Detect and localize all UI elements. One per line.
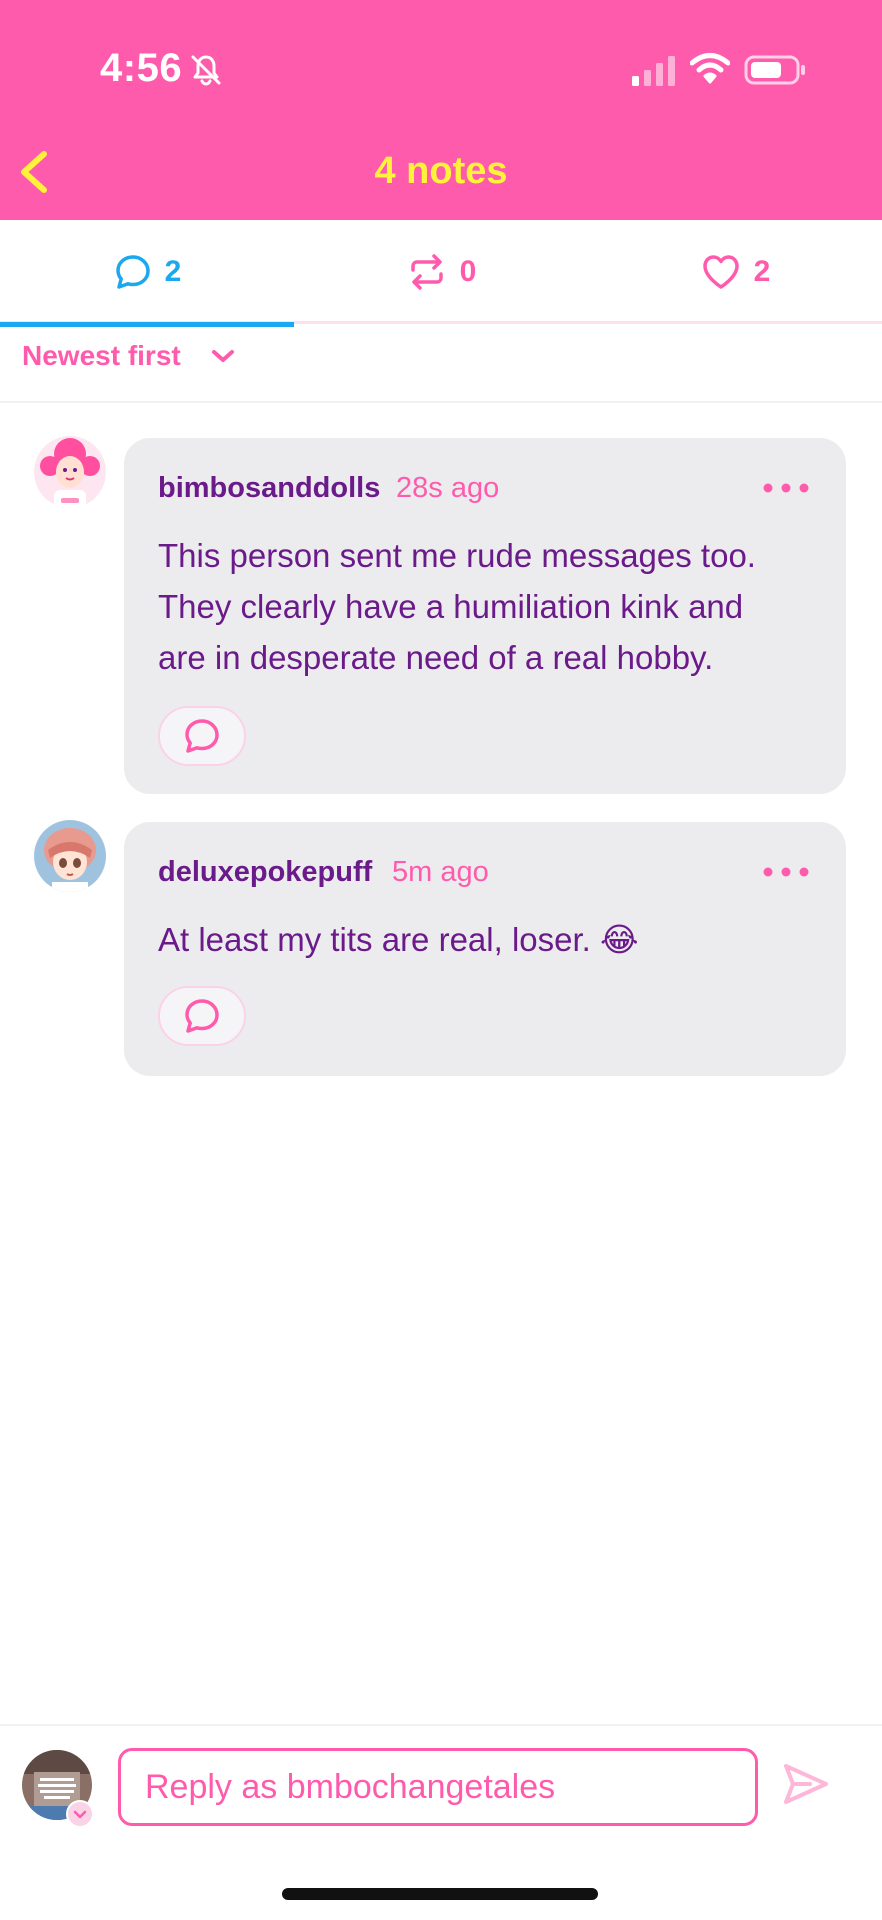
- note-text: This person sent me rude messages too. T…: [158, 530, 828, 683]
- comment-icon: [115, 255, 150, 289]
- sort-label: Newest first: [22, 340, 181, 371]
- reply-input[interactable]: [118, 1748, 758, 1826]
- account-switch-button[interactable]: [66, 1800, 94, 1828]
- note-time: 5m ago: [392, 856, 489, 888]
- likes-count: 2: [753, 255, 771, 288]
- note-bubble: bimbosanddolls 28s ago This person sent …: [124, 438, 846, 794]
- tab-reblogs[interactable]: 0: [294, 220, 588, 324]
- note-text-line: At least my tits are real, loser. 😂: [158, 921, 639, 958]
- note-time: 28s ago: [396, 472, 500, 504]
- note-text-line: This person sent me rude messages too.: [158, 537, 756, 574]
- tab-replies[interactable]: 2: [0, 220, 294, 327]
- active-tab-indicator: [0, 322, 294, 327]
- note-username[interactable]: deluxepokepuff: [158, 856, 372, 889]
- avatar[interactable]: [34, 820, 106, 892]
- bell-off-icon: [191, 55, 221, 86]
- note-username[interactable]: bimbosanddolls: [158, 472, 380, 505]
- comment-icon: [185, 719, 219, 753]
- app-header: 4:56 4 notes: [0, 0, 882, 220]
- reply-button[interactable]: [158, 986, 246, 1046]
- sort-dropdown[interactable]: Newest first: [22, 340, 237, 372]
- page-title: 4 notes: [374, 150, 508, 192]
- status-time: 4:56: [100, 46, 183, 90]
- chevron-down-icon: [73, 1810, 87, 1819]
- cellular-signal-icon: [632, 56, 675, 86]
- battery-icon: [744, 55, 805, 85]
- ellipsis-icon[interactable]: [762, 474, 810, 502]
- reblogs-count: 0: [459, 255, 477, 288]
- reblog-icon: [410, 254, 443, 290]
- home-indicator: [282, 1888, 598, 1900]
- reply-button[interactable]: [158, 706, 246, 766]
- replies-count: 2: [164, 255, 182, 288]
- ellipsis-icon[interactable]: [762, 858, 810, 886]
- note-text-line: are in desperate need of a real hobby.: [158, 639, 714, 676]
- tab-likes[interactable]: 2: [588, 220, 882, 324]
- divider: [0, 401, 882, 403]
- send-icon[interactable]: [780, 1758, 832, 1810]
- notes-tabs: 2 0 2: [0, 220, 882, 327]
- note-bubble: deluxepokepuff 5m ago At least my tits a…: [124, 822, 846, 1076]
- avatar[interactable]: [34, 436, 106, 508]
- chevron-down-icon: [211, 350, 234, 362]
- note-text: At least my tits are real, loser. 😂: [158, 914, 828, 965]
- wifi-icon: [690, 53, 730, 84]
- heart-icon: [702, 255, 739, 289]
- note-text-line: They clearly have a humiliation kink and: [158, 588, 744, 625]
- comment-icon: [185, 999, 219, 1033]
